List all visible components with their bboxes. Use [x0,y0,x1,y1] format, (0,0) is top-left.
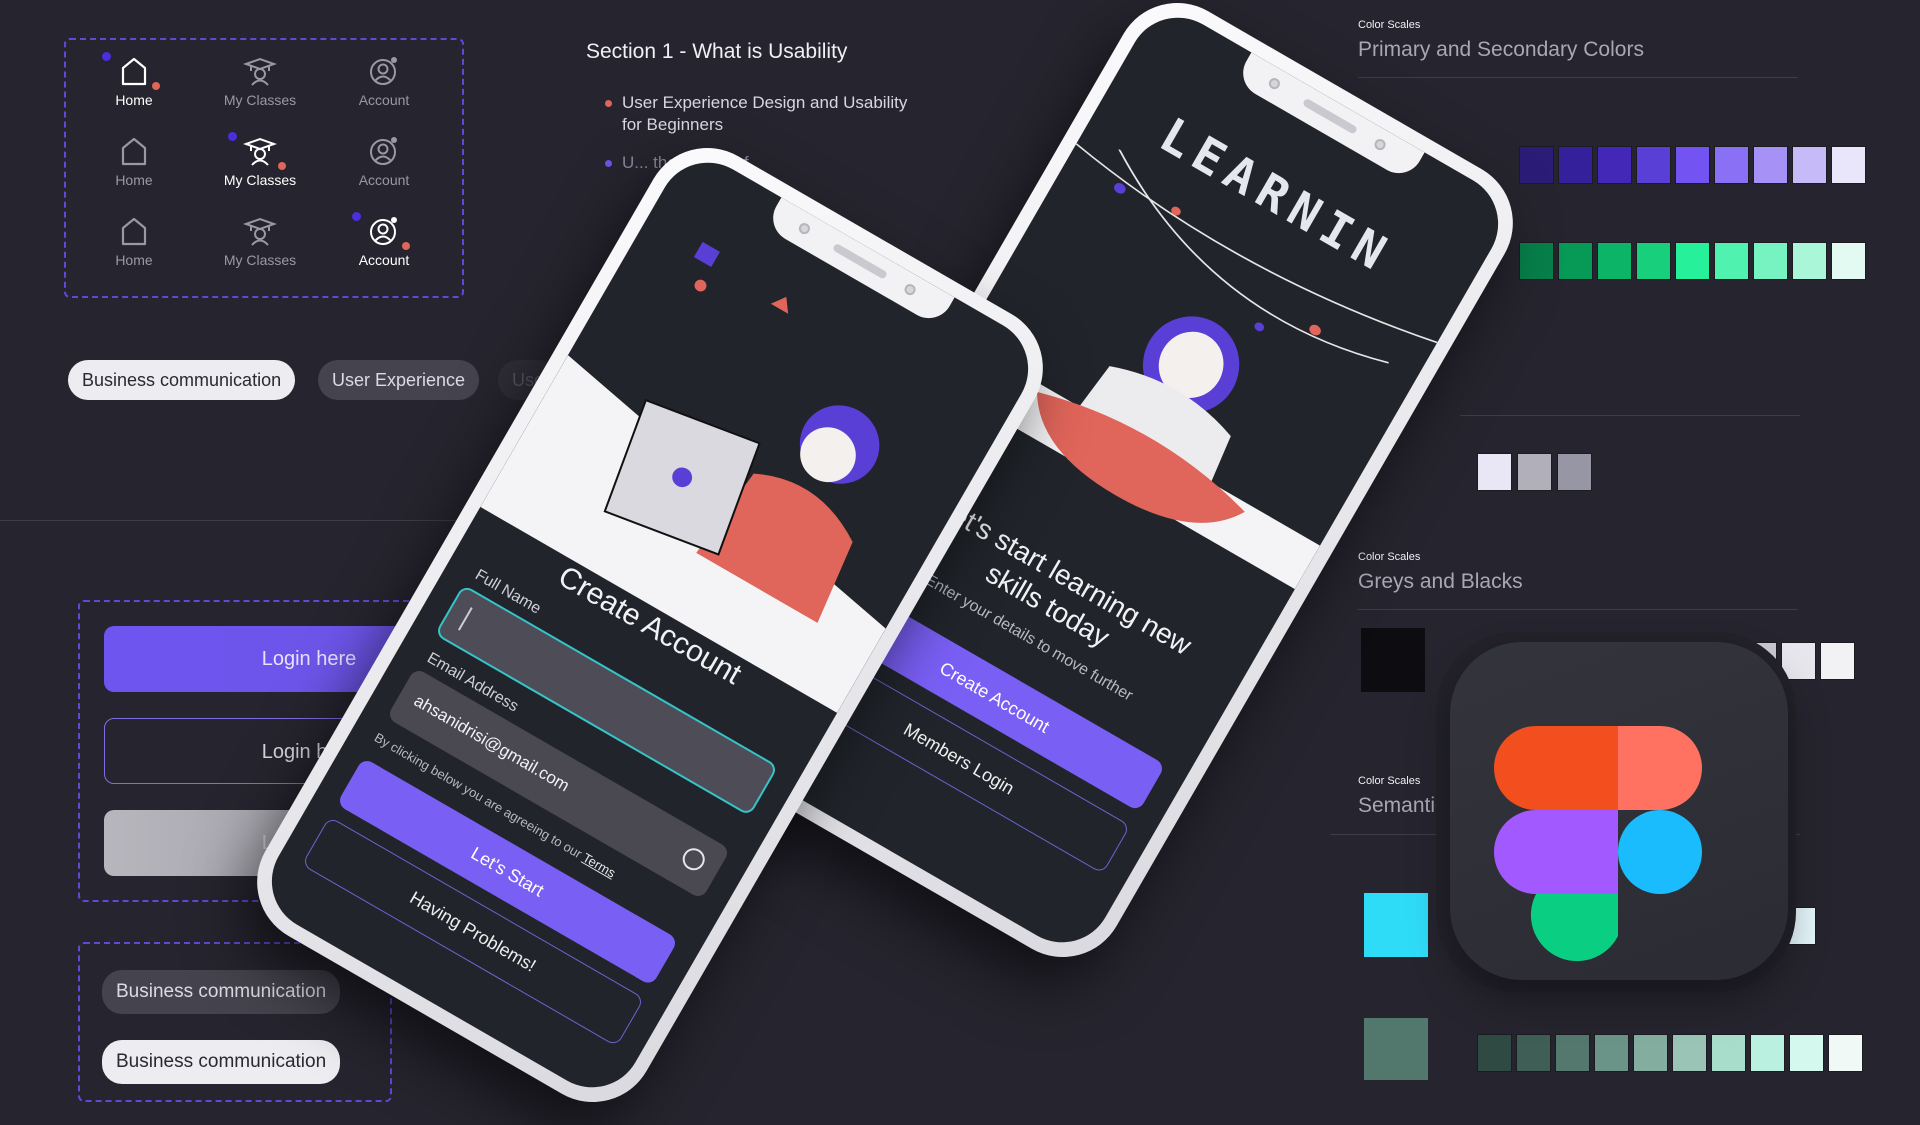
color-swatch [1518,454,1551,490]
camera-icon [1266,76,1282,92]
notification-dot [278,162,286,170]
color-swatch [1676,243,1709,279]
color-swatch [1556,1035,1589,1071]
account-settings-icon [370,57,397,85]
text-cursor [457,607,473,631]
color-swatch [1637,147,1670,183]
camera-icon [1372,137,1388,153]
bullet-item: User Experience Design and Usability for… [605,92,912,136]
color-scales-label: Color Scales [1358,775,1421,787]
nav-item-label: My Classes [223,252,297,268]
color-swatch [1715,243,1748,279]
color-swatch [1598,147,1631,183]
color-swatch [1520,147,1553,183]
color-swatch [1520,243,1553,279]
color-swatch [1637,243,1670,279]
color-swatch [1559,243,1592,279]
color-swatch [1829,1035,1862,1071]
color-swatch [1793,243,1826,279]
color-scales-title-semantic: Semantic [1358,794,1446,817]
active-indicator-dot [352,212,361,221]
color-swatch [1793,147,1826,183]
swatch-semantic-muted-base [1364,1018,1428,1080]
divider [1460,415,1800,416]
nav-item-label: Home [115,92,153,108]
color-swatch [1715,147,1748,183]
nav-item-label: My Classes [223,92,297,108]
divider [1358,77,1798,78]
color-swatch [1595,1035,1628,1071]
color-scales-title-primary: Primary and Secondary Colors [1358,38,1644,61]
home-icon [121,137,147,166]
color-swatch [1634,1035,1667,1071]
chip-business-communication[interactable]: Business communication [68,360,296,400]
active-indicator-dot [228,132,237,141]
nav-item-label: Home [115,172,153,188]
nav-item-account[interactable]: Account [324,54,444,108]
nav-variants-frame: Home My Classes Account Home My Classes Accou… [64,38,464,298]
color-scales-label: Color Scales [1358,19,1421,31]
home-icon [121,57,147,86]
nav-item-label: My Classes [223,172,297,188]
home-icon [121,217,147,246]
email-value: ahsanidrisi@gmail.com [410,690,573,796]
color-swatch [1832,243,1865,279]
color-scales-title-greys: Greys and Blacks [1358,570,1523,593]
check-circle-icon [678,844,709,875]
chip-user-experience[interactable]: User Experience [318,360,480,400]
graduation-cap-icon [243,137,277,166]
section-title: Section 1 - What is Usability [586,40,848,63]
swatch-black-base [1361,628,1425,692]
color-swatch [1517,1035,1550,1071]
account-settings-icon [370,137,397,165]
swatch-semantic-info-base [1364,893,1428,957]
color-swatch [1478,1035,1511,1071]
graduation-cap-icon [243,57,277,86]
color-swatch [1559,147,1592,183]
color-swatch [1821,643,1854,679]
nav-item-account[interactable]: Account [324,134,444,188]
color-swatch [1676,147,1709,183]
nav-item-label: Account [358,252,410,268]
figma-logo-icon [1494,726,1702,962]
color-swatch [1790,1035,1823,1071]
nav-item-label: Account [358,92,410,108]
nav-item-classes[interactable]: My Classes [200,54,320,108]
nav-item-home[interactable]: Home [74,214,194,268]
color-swatch [1673,1035,1706,1071]
color-swatch [1598,243,1631,279]
chip-business-communication-dark[interactable]: Business communication [102,970,341,1014]
color-swatch [1478,454,1511,490]
active-indicator-dot [102,52,111,61]
nav-item-account[interactable]: Account [324,212,444,268]
color-swatch [1754,243,1787,279]
color-swatch [1832,147,1865,183]
nav-item-classes[interactable]: My Classes [200,214,320,268]
nav-item-label: Home [115,252,153,268]
nav-item-classes[interactable]: My Classes [200,132,320,188]
color-swatch [1558,454,1591,490]
account-settings-icon [370,217,397,245]
divider [1358,609,1798,610]
nav-item-label: Account [358,172,410,188]
color-scales-label: Color Scales [1358,551,1421,563]
nav-item-home[interactable]: Home [74,134,194,188]
figma-logo-icon [1450,642,1788,980]
nav-item-home[interactable]: Home [74,52,194,108]
chip-business-communication-light[interactable]: Business communication [102,1040,341,1084]
notification-dot [152,82,160,90]
divider [0,520,520,521]
color-swatch [1754,147,1787,183]
color-swatch [1751,1035,1784,1071]
speaker-icon [1302,97,1358,135]
terms-link[interactable]: Terms [580,850,618,881]
notification-dot [402,242,410,250]
graduation-cap-icon [243,217,277,246]
color-swatch [1712,1035,1745,1071]
